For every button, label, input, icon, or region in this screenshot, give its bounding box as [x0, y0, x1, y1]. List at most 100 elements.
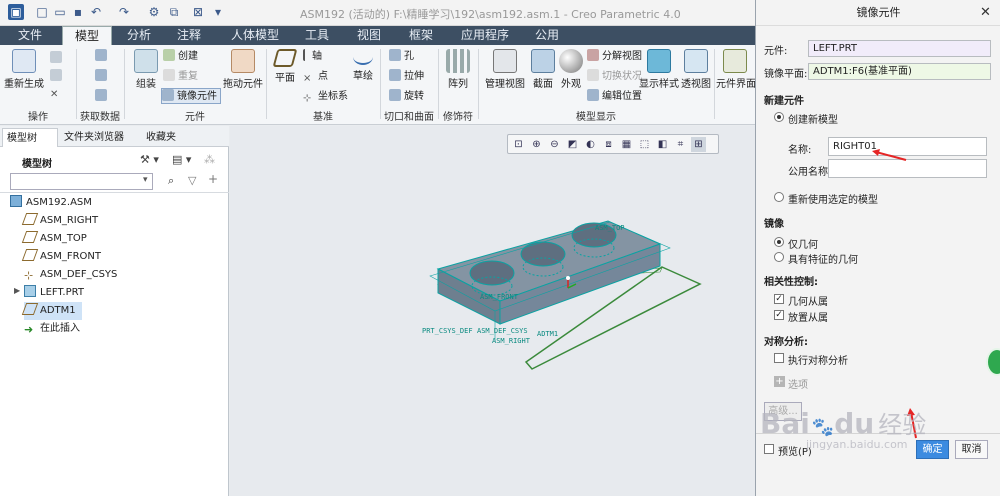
tree-item-insert-here[interactable]: ➜ 在此插入: [24, 320, 80, 338]
edit-position-button[interactable]: 编辑位置: [587, 89, 642, 105]
cancel-button[interactable]: 取消: [955, 440, 988, 459]
toggle-status-button[interactable]: 切换状况: [587, 69, 642, 85]
settings-icon[interactable]: ⚒ ▾: [140, 153, 159, 166]
tab-favorites[interactable]: 收藏夹: [142, 128, 198, 147]
csys-icon: ⊹: [24, 269, 34, 282]
repeat-button[interactable]: 重复: [163, 69, 198, 85]
tree-columns-icon[interactable]: ⁂: [204, 153, 215, 166]
filter-icon[interactable]: ▽: [188, 174, 196, 187]
common-name-input[interactable]: [828, 159, 987, 178]
new-icon[interactable]: □: [34, 4, 50, 20]
tree-item-asm-front[interactable]: ASM_FRONT: [21, 248, 101, 266]
hole-button[interactable]: 孔: [389, 49, 414, 65]
appearance-button[interactable]: 外观: [557, 49, 585, 90]
component-field[interactable]: LEFT.PRT: [808, 40, 991, 57]
tab-model[interactable]: 模型: [62, 26, 112, 45]
group-datum-label: 基准: [313, 112, 333, 123]
user-defined-feature-button[interactable]: [95, 49, 110, 65]
close-icon[interactable]: ✕: [977, 4, 994, 21]
regenerate-button[interactable]: 重新生成: [4, 49, 44, 90]
tree-item-asm-right[interactable]: ASM_RIGHT: [21, 212, 98, 230]
drag-components-button[interactable]: 拖动元件: [223, 49, 263, 90]
add-column-icon[interactable]: +: [208, 172, 218, 186]
create-button[interactable]: 创建: [163, 49, 198, 65]
group-model-display-label: 模型显示: [576, 112, 616, 123]
plane-button[interactable]: 平面: [271, 49, 299, 84]
redo-icon[interactable]: ↷: [116, 4, 132, 20]
extrude-button[interactable]: 拉伸: [389, 69, 424, 85]
tree-item-left-prt[interactable]: LEFT.PRT: [24, 284, 84, 302]
pattern-button[interactable]: 阵列: [445, 49, 471, 90]
mirror-component-button[interactable]: 镜像元件: [161, 88, 221, 104]
app-menu-icon[interactable]: ▣: [8, 4, 24, 20]
copy-geometry-button[interactable]: [95, 69, 110, 85]
graphics-window[interactable]: ⊡ ⊕ ⊖ ◩ ◐ ⧈ ▦ ⬚ ◧ ⌗ ⊞ ASM_TOP ASM_FRONT …: [230, 126, 755, 496]
display-style-label: 显示样式: [639, 79, 679, 90]
show-icon[interactable]: ▤ ▾: [172, 153, 191, 166]
geometry-only-radio[interactable]: [774, 237, 784, 247]
display-style-button[interactable]: 显示样式: [639, 49, 679, 90]
create-new-model-radio[interactable]: [774, 112, 784, 122]
tab-applications[interactable]: 应用程序: [452, 26, 518, 45]
tab-model-tree[interactable]: 模型树: [2, 128, 58, 147]
shrinkwrap-button[interactable]: [95, 89, 110, 105]
point-button[interactable]: × 点: [303, 69, 328, 85]
tree-item-adtm1[interactable]: ADTM1: [21, 302, 82, 320]
undo-icon[interactable]: ↶: [88, 4, 104, 20]
open-icon[interactable]: ▭: [52, 4, 68, 20]
tree-item-asm-def-csys[interactable]: ⊹ ASM_DEF_CSYS: [24, 266, 117, 284]
reuse-model-radio[interactable]: [774, 192, 784, 202]
placement-dependent-checkbox[interactable]: ✓: [774, 310, 784, 320]
drag-components-label: 拖动元件: [223, 79, 263, 90]
tab-framework[interactable]: 框架: [400, 26, 442, 45]
section-button[interactable]: 截面: [529, 49, 557, 90]
regenerate-icon[interactable]: ⚙: [146, 4, 162, 20]
copy-button[interactable]: [50, 51, 65, 67]
tab-analysis[interactable]: 分析: [118, 26, 160, 45]
customize-icon[interactable]: ▾: [210, 4, 226, 20]
geometry-dependent-checkbox[interactable]: ✓: [774, 294, 784, 304]
tree-item-root[interactable]: ASM192.ASM: [10, 194, 92, 212]
options-expand-icon[interactable]: +: [774, 376, 785, 387]
section-icon: [531, 49, 555, 73]
assemble-button[interactable]: 组装: [131, 49, 161, 90]
explode-view-button[interactable]: 分解视图: [587, 49, 642, 65]
search-dropdown-icon[interactable]: ▾: [143, 175, 148, 185]
find-icon[interactable]: ⌕: [168, 174, 174, 188]
component-interface-button[interactable]: 元件界面: [716, 49, 756, 90]
perform-symmetry-checkbox[interactable]: [774, 353, 784, 363]
tree-item-asm-top[interactable]: ASM_TOP: [21, 230, 87, 248]
delete-icon[interactable]: ✕: [50, 87, 58, 103]
axis-label: 轴: [312, 51, 322, 62]
perspective-label: 透视图: [681, 79, 711, 90]
tab-annotate[interactable]: 注释: [168, 26, 210, 45]
component-interface-icon: [723, 49, 747, 73]
sketch-button[interactable]: 草绘: [349, 49, 377, 82]
tab-tools[interactable]: 工具: [296, 26, 338, 45]
manage-views-button[interactable]: 管理视图: [483, 49, 527, 90]
expand-arrow-icon[interactable]: ▶: [14, 286, 20, 295]
revolve-button[interactable]: 旋转: [389, 89, 424, 105]
watermark-brand: Bai: [760, 407, 810, 440]
appearance-label: 外观: [561, 79, 581, 90]
name-input[interactable]: RIGHT01: [828, 137, 987, 156]
paste-button[interactable]: [50, 69, 65, 85]
axis-button[interactable]: 轴: [303, 49, 322, 65]
group-modifier: 阵列 修饰符: [439, 45, 477, 125]
geometry-features-radio[interactable]: [774, 252, 784, 262]
tab-view[interactable]: 视图: [348, 26, 390, 45]
csys-button[interactable]: ⊹ 坐标系: [303, 89, 348, 105]
perspective-button[interactable]: 透视图: [681, 49, 711, 90]
close-window-icon[interactable]: ⊠: [190, 4, 206, 20]
search-input[interactable]: [10, 173, 153, 190]
tab-manikin[interactable]: 人体模型: [222, 26, 288, 45]
tab-folder-browser[interactable]: 文件夹浏览器: [60, 128, 140, 147]
mirror-plane-field[interactable]: ADTM1:F6(基准平面): [808, 63, 991, 80]
tab-file[interactable]: 文件: [8, 26, 52, 45]
save-icon[interactable]: ▪: [70, 4, 86, 20]
tab-common[interactable]: 公用: [526, 26, 568, 45]
windows-icon[interactable]: ⧉: [166, 4, 182, 20]
label-prt-csys: PRT_CSYS_DEF: [422, 327, 473, 335]
display-style-icon: [647, 49, 671, 73]
insert-arrow-icon: ➜: [24, 323, 34, 336]
